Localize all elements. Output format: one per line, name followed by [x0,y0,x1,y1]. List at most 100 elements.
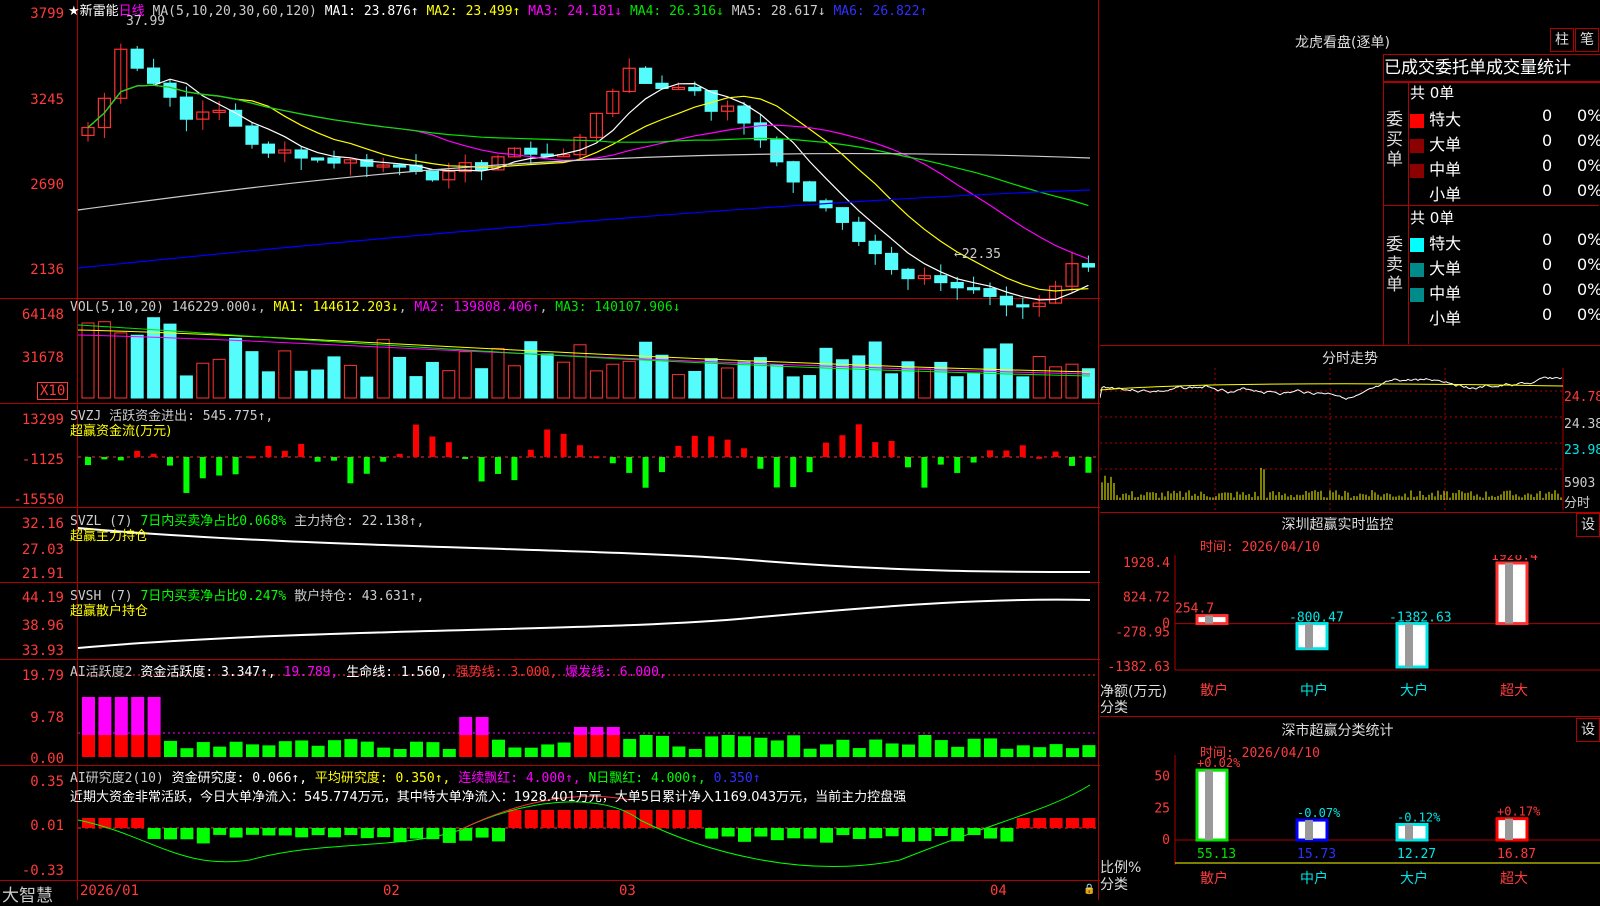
active-bar [902,744,915,757]
intraday-chart[interactable] [1100,368,1600,510]
ai-research-p1: 资金研究度: 0.066↑, [171,771,308,786]
active-bar [770,740,784,757]
sell-order-row[interactable]: 中单 0 0% [1410,280,1600,304]
active-bar [1016,745,1030,757]
active-bar [1033,747,1047,757]
active-bar-top [475,717,489,735]
active-bar [574,735,587,757]
date-tick: 04 [990,883,1007,899]
active-bar [475,735,489,757]
active-bar [360,741,374,757]
kline-chart[interactable] [0,0,1100,900]
sz-monitor-settings-button[interactable]: 设 [1576,513,1600,537]
intraday-y-label: 23.98 [1564,443,1600,458]
main-chart-area[interactable]: ★新雷能日线 MA(5,10,20,30,60,120) MA1: 23.876… [0,0,1100,906]
sell-order-row[interactable]: 大单 0 0% [1410,255,1600,279]
legend-swatch [1410,313,1424,327]
y-label: 2136 [30,262,64,278]
volume-bar [967,372,981,399]
research-bar [557,810,571,828]
sz-classify-settings-button[interactable]: 设 [1576,718,1600,742]
candle-body [934,275,948,284]
active-bar [820,744,833,757]
research-bar [82,818,95,828]
volume-bar [343,364,357,399]
volume-bar [212,358,226,399]
candle-body [999,295,1014,306]
active-bar [246,744,259,757]
buy-order-row[interactable]: 小单 0 0% [1410,181,1600,205]
research-bar [852,828,866,839]
lock-icon[interactable]: 🔒 [1083,884,1095,895]
candle-body [179,96,193,120]
intraday-vol-unit: 分时 [1564,496,1591,511]
fund-flow-bar [806,457,813,473]
bar-shade [1305,623,1313,649]
active-bar [262,745,276,757]
active-bar [295,740,309,757]
volume-bar [622,360,636,399]
active-bar-top [459,717,473,735]
research-bar [344,828,358,836]
research-bar [803,828,817,839]
sz-monitor-chart[interactable]: 1928.4824.720-278.95-1382.63254.7散户-800.… [1100,555,1600,715]
research-bar [1049,818,1063,828]
order-count: 0 [1542,230,1553,249]
category-label: 中户 [1300,870,1328,887]
stock-name[interactable]: ★新雷能 [68,4,119,19]
volume-bar [425,361,439,399]
research-bar [180,828,194,840]
y-label: 9.78 [30,710,64,726]
active-bar [738,736,751,757]
sz-classify-chart[interactable]: 7550250+0.02%55.13散户-0.07%15.73中户-0.12%1… [1100,755,1600,900]
bar-view-button[interactable]: 柱 [1550,28,1574,52]
legend-swatch [1410,189,1424,203]
sell-order-row[interactable]: 特大 0 0% [1410,230,1600,254]
tick-view-button[interactable]: 笔 [1575,28,1599,52]
buy-order-row[interactable]: 特大 0 0% [1410,106,1600,130]
y-label: 3245 [30,92,64,108]
volume-bar [163,323,177,399]
active-bar [114,735,128,757]
fund-flow-bar [987,450,993,457]
ai-active-p1: 资金活跃度: 3.347↑, [140,665,276,680]
sell-order-row[interactable]: 小单 0 0% [1410,305,1600,329]
volume-unit[interactable]: X10 [37,382,69,400]
ai-research-p3: 连续飘红: 4.000↑, [458,771,581,786]
fund-flow-bar [232,457,239,475]
fund-flow-bar [609,457,616,464]
fund-flow-bar [380,457,387,462]
order-percent: 0% [1577,255,1600,274]
order-count: 0 [1542,305,1553,324]
volume-bar [540,353,554,399]
ma4-line [87,84,1089,207]
active-bar [721,735,735,757]
active-bar-top [114,697,128,735]
research-bar [196,828,210,844]
research-bar [885,828,899,837]
active-bar [442,748,456,757]
y-label: 0.00 [30,751,64,767]
fund-flow-bar [675,445,682,457]
volume-bar [409,376,423,399]
research-bar [590,810,604,828]
legend-swatch [1410,113,1424,128]
brand-logo: 大智慧 [2,886,53,906]
legend-swatch [1410,237,1424,252]
volume-bar [130,334,144,399]
active-bar [426,742,440,757]
y-tick-label: 50 [1154,770,1170,785]
y-tick-label: -1382.63 [1107,660,1170,675]
research-bar [147,828,161,839]
candle-body [1081,263,1096,268]
buy-order-row[interactable]: 大单 0 0% [1410,131,1600,155]
active-bar [410,741,423,757]
research-bar [688,810,702,828]
fund-flow-bar [577,445,583,457]
volume-bar [376,339,390,399]
ratio-change-label: +0.02% [1197,756,1241,770]
main-hold-line [77,527,1091,573]
research-bar [114,818,128,828]
research-bar [328,828,341,838]
buy-order-row[interactable]: 中单 0 0% [1410,156,1600,180]
